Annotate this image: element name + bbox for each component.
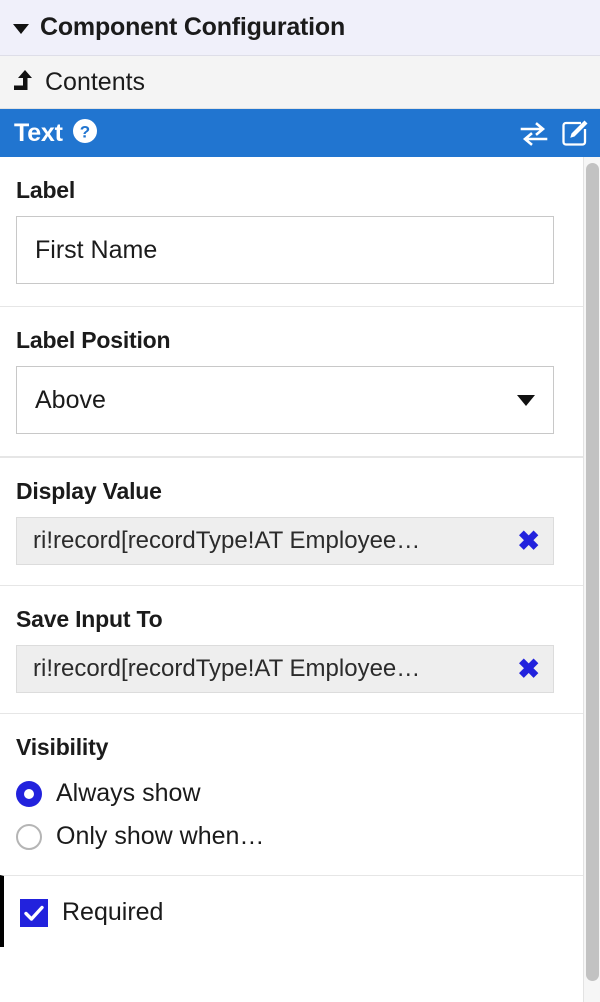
display-value-row: ri!record[recordType!AT Employee… ✖ (16, 517, 567, 585)
configuration-body: Label Label Position Above Display Value (0, 157, 600, 1002)
display-value-field-title: Display Value (16, 478, 162, 504)
label-position-select[interactable]: Above (16, 366, 554, 434)
visibility-field-title: Visibility (16, 734, 109, 760)
save-input-to-row: ri!record[recordType!AT Employee… ✖ (16, 645, 567, 713)
visibility-radio-group: Always show Only show when… (16, 773, 567, 875)
display-value-expression-text: ri!record[recordType!AT Employee… (33, 527, 421, 554)
swap-arrows-icon[interactable] (519, 120, 549, 146)
visibility-option-always-show[interactable]: Always show (16, 773, 567, 816)
edit-pencil-square-icon[interactable] (561, 119, 589, 147)
configuration-form: Label Label Position Above Display Value (0, 157, 583, 1002)
vertical-scrollbar[interactable] (583, 157, 600, 1002)
checkbox-checked-icon[interactable] (20, 898, 48, 927)
field-section-visibility: Visibility Always show Only show when… (0, 714, 583, 875)
field-section-save-input-to: Save Input To ri!record[recordType!AT Em… (0, 586, 583, 714)
component-configuration-header[interactable]: Component Configuration (0, 0, 600, 56)
required-checkbox-row[interactable]: Required (20, 876, 567, 947)
label-input[interactable] (16, 216, 554, 284)
field-section-display-value: Display Value ri!record[recordType!AT Em… (0, 457, 583, 586)
label-field-title: Label (16, 177, 76, 203)
save-input-to-expression-text: ri!record[recordType!AT Employee… (33, 655, 421, 682)
visibility-option-only-show-when[interactable]: Only show when… (16, 816, 567, 859)
level-up-icon (12, 67, 34, 98)
field-section-required: Required (0, 875, 583, 947)
component-type-header: Text ? (0, 109, 600, 157)
field-section-label-position: Label Position Above (0, 307, 583, 457)
label-input-row (16, 216, 567, 306)
component-type-title: Text (14, 118, 63, 147)
field-section-label: Label (0, 157, 583, 307)
component-configuration-title: Component Configuration (40, 13, 346, 41)
radio-selected-icon[interactable] (16, 780, 42, 807)
label-position-row: Above (16, 366, 567, 456)
help-circle-icon[interactable]: ? (72, 118, 98, 149)
component-configuration-panel: Component Configuration Contents Text ? (0, 0, 600, 1002)
label-position-selected-value: Above (35, 385, 106, 414)
header-action-group (519, 119, 589, 147)
breadcrumb-contents[interactable]: Contents (0, 56, 600, 109)
radio-unselected-icon[interactable] (16, 823, 42, 850)
label-position-field-title: Label Position (16, 327, 171, 353)
svg-text:?: ? (80, 122, 90, 141)
caret-down-icon[interactable] (13, 23, 29, 34)
breadcrumb-label: Contents (45, 67, 146, 96)
required-label: Required (62, 898, 164, 926)
clear-x-icon[interactable]: ✖ (517, 655, 540, 683)
chevron-down-icon (517, 394, 535, 406)
visibility-option-label: Always show (56, 779, 201, 807)
clear-x-icon[interactable]: ✖ (517, 527, 540, 555)
save-input-to-expression-chip[interactable]: ri!record[recordType!AT Employee… ✖ (16, 645, 554, 693)
display-value-expression-chip[interactable]: ri!record[recordType!AT Employee… ✖ (16, 517, 554, 565)
save-input-to-field-title: Save Input To (16, 606, 163, 632)
visibility-option-label: Only show when… (56, 822, 265, 850)
scrollbar-thumb[interactable] (586, 163, 599, 981)
